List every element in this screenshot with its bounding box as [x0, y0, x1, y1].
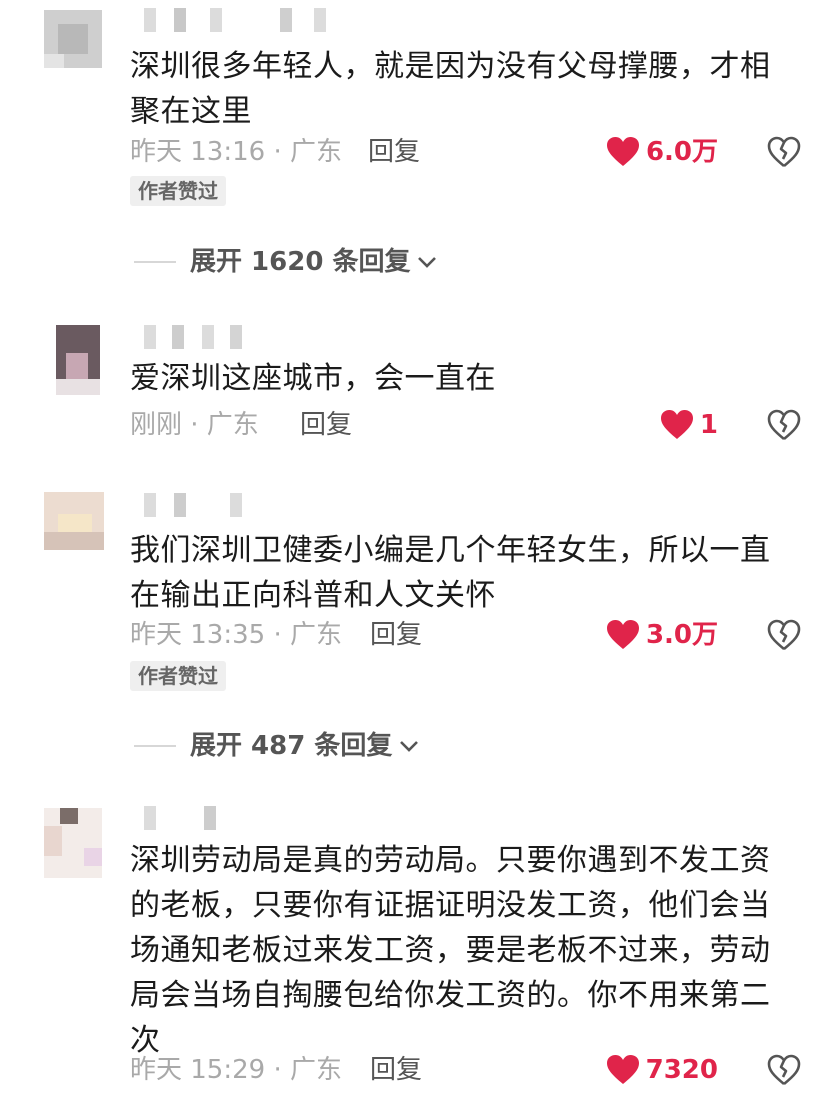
avatar[interactable] — [44, 492, 104, 550]
broken-heart-icon[interactable] — [766, 408, 802, 442]
expand-replies-label: 展开 1620 条回复 — [190, 247, 411, 277]
comment-meta: 昨天 13:35 · 广东 — [130, 620, 342, 650]
chevron-down-icon — [418, 257, 437, 268]
like-count: 7320 — [645, 1055, 718, 1085]
divider — [134, 745, 176, 747]
heart-icon — [606, 1055, 639, 1084]
expand-replies-button[interactable]: 展开 1620 条回复 — [134, 245, 438, 279]
heart-icon — [606, 137, 639, 166]
chevron-down-icon — [400, 741, 419, 752]
like-count: 6.0万 — [645, 137, 718, 167]
like-button[interactable]: 3.0万 — [606, 618, 718, 652]
like-button[interactable]: 1 — [660, 408, 718, 442]
divider — [134, 261, 176, 263]
heart-icon — [606, 620, 639, 649]
reply-button[interactable]: 回复 — [370, 1053, 422, 1087]
like-count: 1 — [699, 410, 718, 440]
comment-meta: 昨天 15:29 · 广东 — [130, 1055, 342, 1085]
broken-heart-icon[interactable] — [766, 618, 802, 652]
expand-replies-button[interactable]: 展开 487 条回复 — [134, 729, 420, 763]
comment-meta: 昨天 13:16 · 广东 — [130, 137, 342, 167]
like-button[interactable]: 7320 — [606, 1053, 718, 1087]
comment-meta: 刚刚 · 广东 — [130, 410, 259, 440]
username-blurred[interactable] — [144, 806, 224, 832]
username-blurred[interactable] — [144, 8, 344, 34]
comment-text: 我们深圳卫健委小编是几个年轻女生，所以一直在输出正向科普和人文关怀 — [130, 533, 771, 613]
like-button[interactable]: 6.0万 — [606, 135, 718, 169]
comment-text: 深圳很多年轻人，就是因为没有父母撑腰，才相聚在这里 — [130, 49, 771, 129]
username-blurred[interactable] — [144, 493, 254, 519]
reply-button[interactable]: 回复 — [300, 408, 352, 442]
comment-text: 深圳劳动局是真的劳动局。只要你遇到不发工资的老板，只要你有证据证明没发工资，他们… — [130, 843, 771, 1058]
broken-heart-icon[interactable] — [766, 135, 802, 169]
comment-text: 爱深圳这座城市，会一直在 — [130, 361, 496, 396]
reply-button[interactable]: 回复 — [370, 618, 422, 652]
heart-icon — [660, 410, 693, 439]
avatar[interactable] — [44, 10, 102, 68]
reply-button[interactable]: 回复 — [368, 135, 420, 169]
author-liked-badge: 作者赞过 — [130, 176, 226, 206]
expand-replies-label: 展开 487 条回复 — [190, 731, 393, 761]
broken-heart-icon[interactable] — [766, 1053, 802, 1087]
author-liked-badge: 作者赞过 — [130, 661, 226, 691]
avatar[interactable] — [56, 325, 100, 395]
username-blurred[interactable] — [144, 325, 264, 351]
avatar[interactable] — [44, 808, 102, 878]
like-count: 3.0万 — [645, 620, 718, 650]
